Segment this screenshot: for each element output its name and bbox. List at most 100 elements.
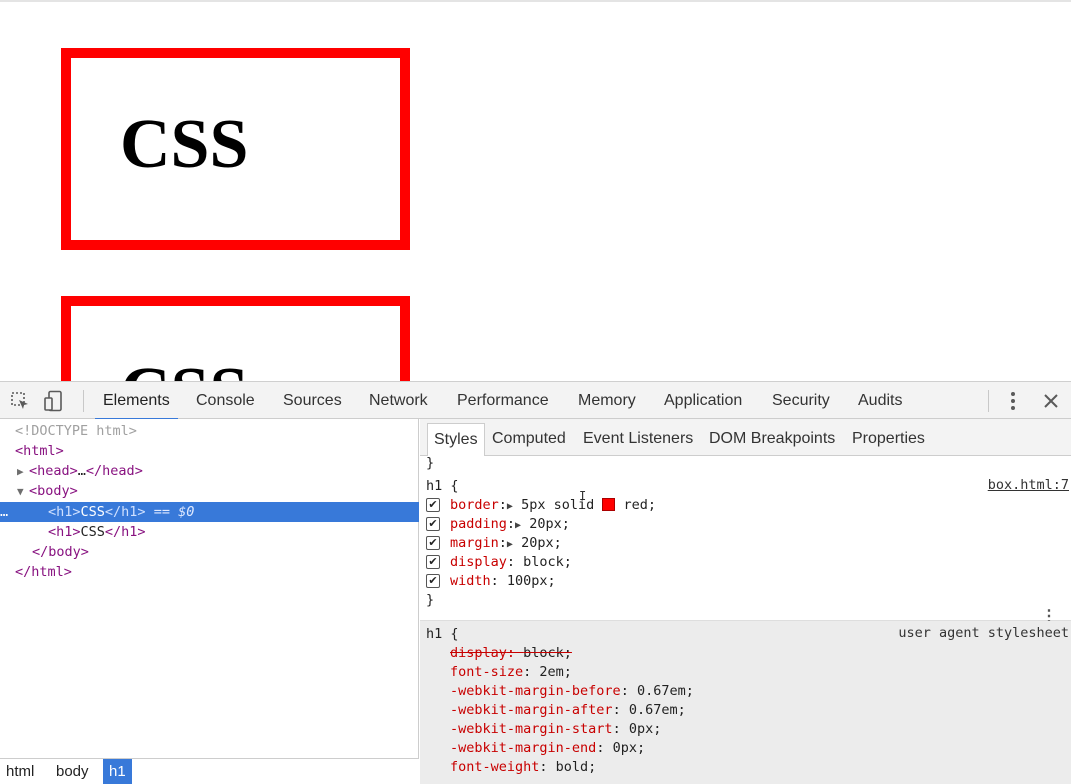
tag-text: <h1> bbox=[48, 524, 81, 540]
style-rule-user-agent: h1 { user agent stylesheet display: bloc… bbox=[420, 621, 1071, 784]
declaration-width[interactable]: width: 100px; bbox=[450, 572, 556, 591]
declaration-border[interactable]: border:▶ 5px solid red; bbox=[450, 496, 656, 516]
tab-event-listeners[interactable]: Event Listeners bbox=[577, 423, 699, 455]
tag-text: <html> bbox=[15, 443, 64, 459]
rule-close: } bbox=[426, 592, 435, 608]
property-checkbox[interactable]: ✔ bbox=[426, 536, 440, 550]
declaration-margin-after: -webkit-margin-after: 0.67em; bbox=[450, 702, 686, 718]
tab-console[interactable]: Console bbox=[196, 382, 255, 419]
tab-security[interactable]: Security bbox=[772, 382, 830, 419]
property-name: font-size bbox=[450, 664, 524, 680]
property-value: red; bbox=[623, 497, 657, 513]
dom-node-html[interactable]: <html> bbox=[0, 441, 419, 461]
property-value: 2em; bbox=[539, 664, 572, 680]
more-options-icon[interactable] bbox=[1001, 389, 1025, 413]
tab-dom-breakpoints[interactable]: DOM Breakpoints bbox=[703, 423, 841, 455]
tag-text: </head> bbox=[85, 463, 143, 479]
tab-performance[interactable]: Performance bbox=[457, 382, 549, 419]
dom-node-body[interactable]: ▼ <body> bbox=[0, 481, 419, 501]
property-name: display bbox=[450, 645, 507, 661]
tab-properties[interactable]: Properties bbox=[846, 423, 931, 455]
doctype-text: <!DOCTYPE html> bbox=[15, 423, 137, 439]
collapse-triangle-icon[interactable]: ▼ bbox=[17, 482, 29, 502]
rule-selector[interactable]: h1 { bbox=[426, 477, 459, 496]
expand-triangle-icon[interactable]: ▶ bbox=[507, 539, 513, 550]
tab-sources[interactable]: Sources bbox=[283, 382, 342, 419]
rule-source-link[interactable]: box.html:7 bbox=[988, 477, 1069, 493]
css-heading-box: CSS bbox=[61, 48, 410, 250]
property-checkbox[interactable]: ✔ bbox=[426, 574, 440, 588]
property-name: -webkit-margin-start bbox=[450, 721, 613, 737]
elements-dom-tree: <!DOCTYPE html> <html> ▶ <head>…</head> ▼… bbox=[0, 419, 419, 784]
declaration-margin-before: -webkit-margin-before: 0.67em; bbox=[450, 683, 694, 699]
node-text: CSS bbox=[80, 504, 105, 520]
color-swatch[interactable] bbox=[602, 498, 616, 511]
inspect-element-icon[interactable] bbox=[8, 389, 32, 413]
device-toolbar-icon[interactable] bbox=[42, 389, 66, 413]
tab-audits[interactable]: Audits bbox=[858, 382, 902, 419]
property-checkbox[interactable]: ✔ bbox=[426, 498, 440, 512]
tab-elements[interactable]: Elements bbox=[95, 382, 178, 420]
property-value: block; bbox=[523, 554, 572, 570]
breadcrumb-h1[interactable]: h1 bbox=[103, 759, 132, 784]
rule-source-label: user agent stylesheet bbox=[898, 625, 1069, 641]
property-value: 0.67em; bbox=[628, 702, 686, 718]
property-name: -webkit-margin-before bbox=[450, 683, 621, 699]
devtools-toolbar: Elements Console Sources Network Perform… bbox=[0, 382, 1071, 420]
property-name: width bbox=[450, 573, 491, 589]
property-checkbox[interactable]: ✔ bbox=[426, 517, 440, 531]
property-name: border bbox=[450, 497, 499, 513]
breadcrumb-body[interactable]: body bbox=[50, 759, 95, 784]
tab-network[interactable]: Network bbox=[369, 382, 428, 419]
property-name: font-weight bbox=[450, 759, 540, 775]
property-value: 0px; bbox=[628, 721, 662, 737]
declaration-display[interactable]: display: block; bbox=[450, 553, 572, 572]
tag-text: </h1> bbox=[104, 524, 146, 540]
toolbar-divider bbox=[83, 390, 84, 412]
property-name: -webkit-margin-after bbox=[450, 702, 613, 718]
property-name: display bbox=[450, 554, 507, 570]
dom-node-h1[interactable]: <h1>CSS</h1> bbox=[0, 522, 419, 542]
node-text: CSS bbox=[80, 524, 105, 540]
tab-application[interactable]: Application bbox=[664, 382, 742, 419]
dom-node-html-close[interactable]: </html> bbox=[0, 562, 419, 582]
declaration-display-overridden: display: block; bbox=[450, 645, 572, 661]
styles-sidebar: Styles Computed Event Listeners DOM Brea… bbox=[420, 419, 1071, 784]
property-value: 100px; bbox=[506, 573, 556, 589]
property-checkbox[interactable]: ✔ bbox=[426, 555, 440, 569]
close-icon[interactable] bbox=[1039, 389, 1063, 413]
dom-node-doctype[interactable]: <!DOCTYPE html> bbox=[0, 421, 419, 441]
styles-tab-bar: Styles Computed Event Listeners DOM Brea… bbox=[420, 419, 1071, 456]
expand-triangle-icon[interactable]: ▶ bbox=[515, 520, 521, 531]
property-value: 0.67em; bbox=[636, 683, 694, 699]
tag-text: <body> bbox=[29, 483, 78, 499]
declaration-font-size: font-size: 2em; bbox=[450, 664, 572, 680]
dom-node-body-close[interactable]: </body> bbox=[0, 542, 419, 562]
breadcrumb: html body h1 bbox=[0, 758, 419, 784]
property-name: padding bbox=[450, 516, 507, 532]
selected-node-marker: == $0 bbox=[153, 504, 195, 520]
property-value: 20px; bbox=[529, 516, 570, 532]
heading-text: CSS bbox=[120, 106, 249, 183]
dom-node-head[interactable]: ▶ <head>…</head> bbox=[0, 461, 419, 481]
property-value: 5px solid bbox=[521, 497, 603, 513]
rule-selector: h1 { bbox=[426, 626, 459, 642]
declaration-padding[interactable]: padding:▶ 20px; bbox=[450, 515, 570, 535]
previous-rule-close: } bbox=[426, 455, 435, 471]
tab-styles[interactable]: Styles bbox=[427, 423, 485, 456]
dom-node-h1-selected[interactable]: … <h1>CSS</h1> == $0 bbox=[0, 502, 419, 522]
breadcrumb-html[interactable]: html bbox=[0, 759, 40, 784]
toolbar-divider bbox=[988, 390, 989, 412]
expand-triangle-icon[interactable]: ▶ bbox=[507, 501, 513, 512]
property-value: 0px; bbox=[612, 740, 646, 756]
property-value: bold; bbox=[555, 759, 597, 775]
row-ellipsis[interactable]: … bbox=[0, 502, 8, 522]
tag-text: </html> bbox=[15, 564, 72, 580]
declaration-margin[interactable]: margin:▶ 20px; bbox=[450, 534, 562, 554]
expand-triangle-icon[interactable]: ▶ bbox=[17, 462, 29, 482]
tag-text: </h1> bbox=[104, 504, 146, 520]
page-viewport: CSS CSS bbox=[0, 0, 1071, 381]
tab-computed[interactable]: Computed bbox=[486, 423, 572, 455]
property-name: margin bbox=[450, 535, 499, 551]
tab-memory[interactable]: Memory bbox=[578, 382, 636, 419]
